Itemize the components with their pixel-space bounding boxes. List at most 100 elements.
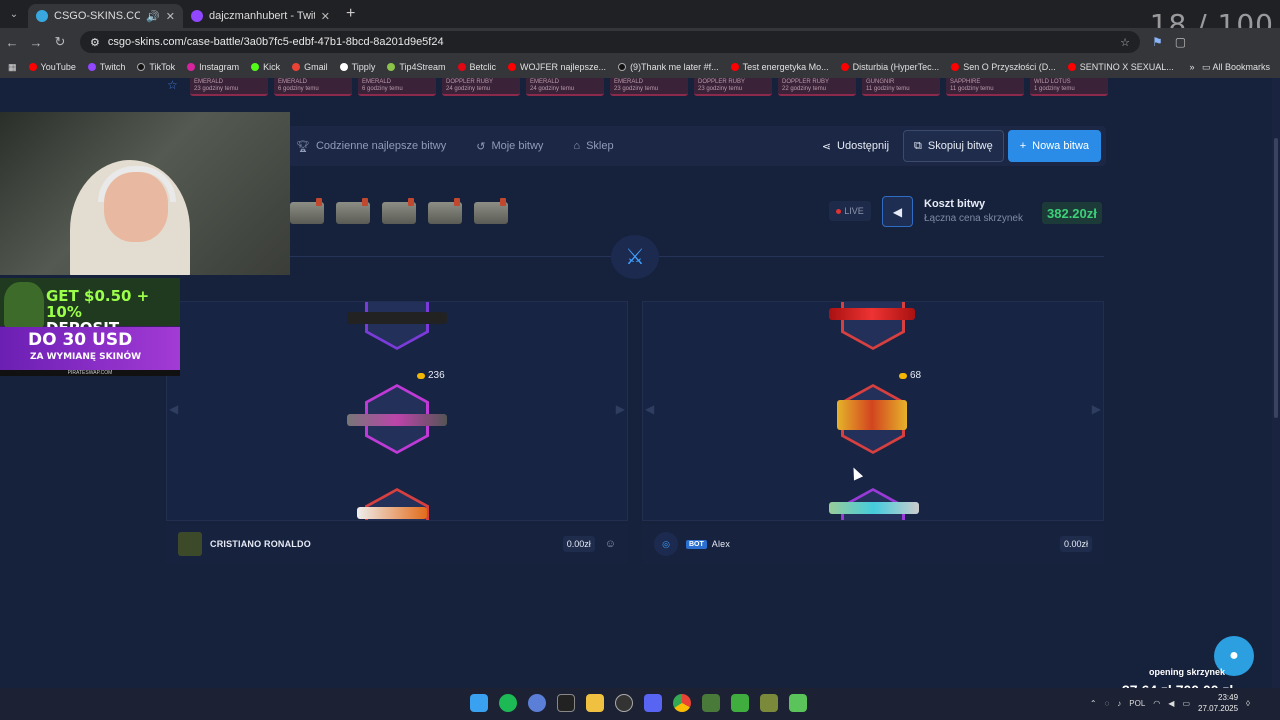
chrome-icon[interactable] [673, 694, 691, 712]
page-scrollbar[interactable] [1272, 78, 1280, 688]
pirateswap-ad[interactable]: GET $0.50 + 10%DEPOSIT BONUS DO 30 USD Z… [0, 278, 180, 376]
app-icon[interactable] [789, 694, 807, 712]
epic-games-icon[interactable] [557, 694, 575, 712]
copy-battle-button[interactable]: ⧉ Skopiuj bitwę [903, 130, 1004, 162]
share-button[interactable]: ⋖ Udostępnij [822, 140, 889, 153]
bookmark-sentino[interactable]: SENTINO X SEXUAL... [1067, 62, 1174, 72]
battery-icon[interactable]: ▭ [1182, 699, 1190, 708]
favorite-star-icon[interactable]: ☆ [167, 78, 178, 92]
bookmark-wojfer[interactable]: WOJFER najlepsze... [508, 62, 606, 72]
case-thumbnail[interactable] [290, 198, 324, 224]
bookmark-test-energetyka[interactable]: Test energetyka Mo... [730, 62, 829, 72]
bookmark-betclic[interactable]: Betclic [457, 62, 496, 72]
my-battles-link[interactable]: ↺ Moje bitwy [476, 140, 543, 153]
recent-drop-item[interactable]: EMERALD 23 godziny temu [610, 78, 688, 96]
bookmark-sen-o-przyszlosci[interactable]: Sen O Przyszłości (D... [951, 62, 1056, 72]
player-2-bar: ◎ BOT Alex 0.00zł [642, 524, 1104, 564]
shop-link[interactable]: ⌂ Sklep [573, 140, 613, 152]
url-field[interactable]: ⚙ csgo-skins.com/case-battle/3a0b7fc5-ed… [80, 31, 1140, 53]
app-icon[interactable] [528, 694, 546, 712]
case-thumbnail[interactable] [336, 198, 370, 224]
chevron-up-icon[interactable]: ⌃ [1090, 699, 1097, 708]
mic-icon[interactable]: ♪ [1117, 699, 1121, 708]
recent-drop-item[interactable]: DOPPLER RUBY 23 godziny temu [694, 78, 772, 96]
bookmark-tip4stream[interactable]: Tip4Stream [387, 62, 446, 72]
sound-toggle-button[interactable]: ◀ [882, 196, 913, 227]
recent-drop-item[interactable]: WILD LOTUS 1 godziny temu [1030, 78, 1108, 96]
notifications-icon[interactable]: ◊ [1246, 699, 1250, 708]
player-name[interactable]: CRISTIANO RONALDO [210, 539, 311, 549]
tab-twitch[interactable]: dajczmanhubert - Twitch ✕ [183, 4, 338, 28]
clock[interactable]: 23:49 27.07.2025 [1198, 692, 1238, 714]
bookmark-disturbia[interactable]: Disturbia (HyperTec... [840, 62, 939, 72]
forward-icon[interactable]: → [24, 35, 48, 50]
wifi-icon[interactable]: ◠ [1153, 699, 1160, 708]
recent-drop-item[interactable]: DOPPLER RUBY 24 godziny temu [442, 78, 520, 96]
streamer-webcam [0, 112, 290, 275]
close-tab-icon[interactable]: ✕ [321, 10, 330, 23]
bookmark-twitch[interactable]: Twitch [87, 62, 125, 72]
bookmark-tipply[interactable]: Tipply [339, 62, 375, 72]
minecraft-icon[interactable] [702, 694, 720, 712]
player-1-bar: CRISTIANO RONALDO 0.00zł ☺ [166, 524, 628, 564]
live-badge: LIVE [829, 201, 871, 221]
all-bookmarks-folder[interactable]: » ▭ All Bookmarks [1189, 62, 1280, 73]
start-menu-icon[interactable] [470, 694, 488, 712]
daily-best-battles-link[interactable]: 🏆︎ Codzienne najlepsze bitwy [296, 140, 446, 153]
network-icon[interactable]: ◌ [1105, 699, 1110, 708]
recent-drop-item[interactable]: DOPPLER RUBY 22 godziny temu [778, 78, 856, 96]
right-arrow-icon: ▶ [1091, 402, 1101, 416]
apps-grid-icon[interactable]: ▦ [8, 62, 17, 73]
tab-search-icon[interactable]: ⌄ [0, 0, 28, 28]
reload-icon[interactable]: ↻ [48, 34, 72, 50]
new-tab-icon[interactable]: + [346, 5, 355, 23]
bookmark-gmail[interactable]: Gmail [292, 62, 328, 72]
case-thumbnail[interactable] [382, 198, 416, 224]
file-explorer-icon[interactable] [586, 694, 604, 712]
emoji-icon[interactable]: ☺ [605, 538, 616, 550]
ad-footer: PIRATESWAP.COM [0, 370, 180, 376]
recent-drop-item[interactable]: GUNGNIR 11 godziny temu [862, 78, 940, 96]
audio-icon[interactable]: 🔊 [146, 10, 160, 23]
volume-icon[interactable]: ◀ [1168, 699, 1174, 708]
steam-icon[interactable] [615, 694, 633, 712]
tab-csgo-skins[interactable]: CSGO-SKINS.COM - Najlep 🔊 ✕ [28, 4, 183, 28]
ak47-skin [347, 312, 447, 324]
player-name[interactable]: Alex [712, 539, 730, 549]
back-icon[interactable]: ← [0, 35, 24, 50]
close-tab-icon[interactable]: ✕ [166, 10, 175, 23]
system-tray: ⌃ ◌ ♪ POL ◠ ◀ ▭ 23:49 27.07.2025 ◊ [1090, 692, 1250, 714]
bookmark-instagram[interactable]: Instagram [187, 62, 239, 72]
item-frame [365, 302, 429, 350]
player-2-spinner: ◀ ▶ 68 [642, 301, 1104, 521]
case-thumbnail[interactable] [474, 198, 508, 224]
recent-drop-item[interactable]: EMERALD 6 godziny temu [358, 78, 436, 96]
bookmark-star-icon[interactable]: ☆ [1120, 36, 1130, 49]
app-icon[interactable] [760, 694, 778, 712]
tab-title: CSGO-SKINS.COM - Najlep [54, 10, 141, 22]
spotify-icon[interactable] [499, 694, 517, 712]
language-indicator[interactable]: POL [1129, 699, 1145, 708]
bookmark-thank-me-later[interactable]: (9)Thank me later #f... [618, 62, 719, 72]
coin-icon [417, 372, 425, 379]
extension-icon[interactable]: ⚑ [1152, 35, 1163, 49]
extensions-puzzle-icon[interactable]: ▢ [1175, 35, 1186, 49]
recent-drop-item[interactable]: EMERALD 24 godziny temu [526, 78, 604, 96]
recent-drop-item[interactable]: EMERALD 6 godziny temu [274, 78, 352, 96]
battle-cases-row [290, 198, 508, 224]
bookmark-kick[interactable]: Kick [251, 62, 280, 72]
avatar[interactable] [178, 532, 202, 556]
sniper-skin [347, 414, 447, 426]
bookmark-youtube[interactable]: YouTube [28, 62, 76, 72]
new-battle-button[interactable]: + Nowa bitwa [1007, 130, 1101, 162]
recent-drop-item[interactable]: SAPPHIRE 11 godziny temu [946, 78, 1024, 96]
mascot-image [4, 282, 44, 328]
smg-skin [357, 507, 427, 519]
case-thumbnail[interactable] [428, 198, 462, 224]
app-icon[interactable] [731, 694, 749, 712]
bookmark-tiktok[interactable]: TikTok [137, 62, 175, 72]
site-info-icon[interactable]: ⚙ [90, 36, 100, 49]
recent-drop-item[interactable]: EMERALD 23 godziny temu [190, 78, 268, 96]
copy-icon: ⧉ [914, 139, 922, 152]
discord-icon[interactable] [644, 694, 662, 712]
